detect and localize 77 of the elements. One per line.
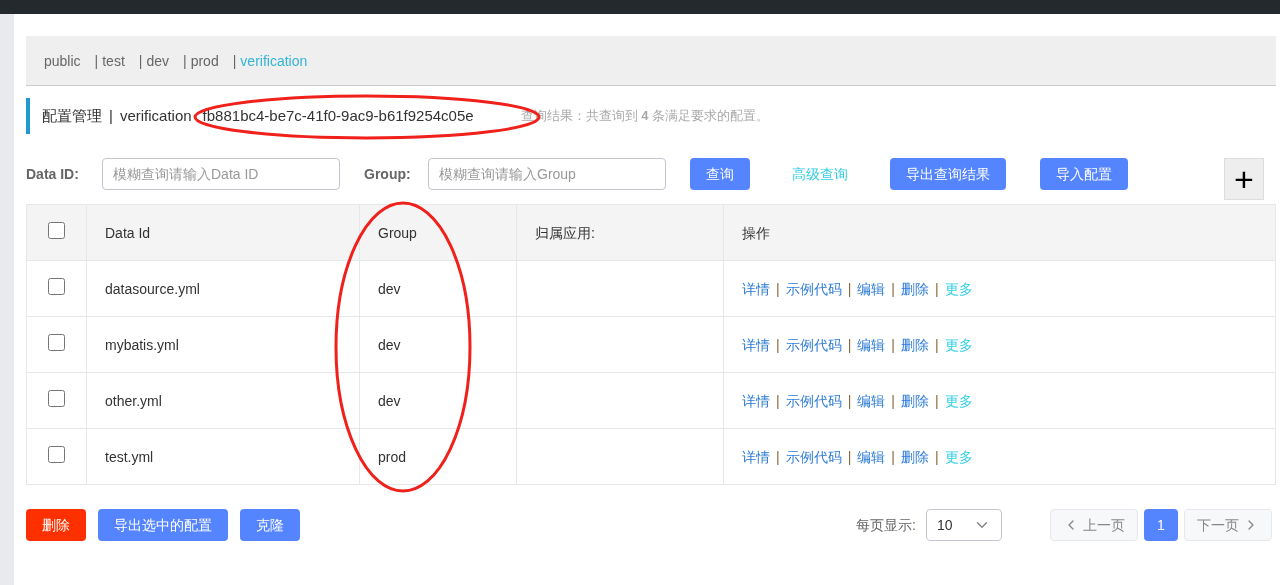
namespace-id: fb881bc4-be7c-41f0-9ac9-b61f9254c05e [202,105,474,126]
page-size-select[interactable]: 10 [926,509,1002,541]
action-link[interactable]: 详情 [742,280,770,297]
separator: | [776,280,780,297]
separator: | [891,280,895,297]
namespace-name: verification [119,105,192,126]
column-header: Data Id [105,224,151,241]
table-cell: dev [378,280,401,297]
action-link[interactable]: 编辑 [857,336,886,353]
action-link[interactable]: 详情 [742,448,770,465]
separator: | [934,392,939,409]
action-link[interactable]: 编辑 [857,280,886,297]
next-page-button[interactable]: 下一页 [1184,509,1272,541]
separator: | [183,51,187,71]
namespace-tab[interactable]: dev [146,50,170,71]
separator: | [776,392,780,409]
separator: | [891,448,895,465]
page-size-label: 每页显示: [856,516,916,535]
action-link[interactable]: 删除 [900,448,929,465]
separator: | [891,336,895,353]
table-cell: dev [378,392,401,409]
action-link[interactable]: 删除 [900,336,929,353]
table-cell: dev [378,336,401,353]
table-cell: datasource.yml [105,280,200,297]
separator: | [891,392,895,409]
action-button[interactable]: 导入配置 [1040,158,1128,190]
action-link[interactable]: 详情 [742,392,770,409]
namespace-tab[interactable]: prod [190,50,219,71]
select-all-checkbox[interactable] [48,221,65,239]
field-label: Group: [364,165,412,184]
action-link[interactable]: 示例代码 [785,448,842,465]
table-cell: prod [378,448,407,465]
separator: | [847,392,852,409]
column-header: 操作 [742,224,770,241]
separator: | [847,448,852,465]
namespace-tab[interactable]: test [102,50,125,71]
separator: | [109,105,113,126]
group-field[interactable]: 模糊查询请输入Group [428,158,666,190]
page-title: 配置管理 [42,105,102,126]
row-checkbox[interactable] [48,277,65,295]
table-cell: other.yml [105,392,162,409]
separator: | [934,280,939,297]
delete-button[interactable]: 删除 [26,509,86,541]
separator: | [847,336,852,353]
separator: | [776,448,780,465]
action-link[interactable]: 详情 [742,336,770,353]
column-header: Group [378,224,417,241]
page-button[interactable]: 1 [1144,509,1178,541]
separator: | [232,51,237,71]
separator: | [847,280,852,297]
separator: | [934,336,939,353]
action-button[interactable]: 查询 [690,158,750,190]
action-button[interactable]: 导出选中的配置 [98,509,228,541]
namespace-tab[interactable]: public [44,50,81,71]
data-id-field[interactable]: 模糊查询请输入Data ID [102,158,340,190]
action-link[interactable]: 示例代码 [785,392,842,409]
table-cell: test.yml [105,448,154,465]
separator: | [94,51,99,71]
action-link[interactable]: 删除 [900,392,929,409]
action-link[interactable]: 删除 [900,280,929,297]
row-checkbox[interactable] [48,445,65,463]
action-link[interactable]: 编辑 [857,448,886,465]
prev-page-button[interactable]: 上一页 [1050,509,1138,541]
add-button[interactable]: + [1224,158,1264,200]
action-link[interactable]: 编辑 [857,392,886,409]
table-cell: mybatis.yml [105,336,179,353]
action-link[interactable]: 示例代码 [785,280,842,297]
action-button[interactable]: 克隆 [240,509,300,541]
column-header: 归属应用: [535,224,595,241]
field-label: Data ID: [26,165,80,184]
separator: | [138,51,143,71]
separator: | [776,336,780,353]
action-button[interactable]: 导出查询结果 [890,158,1006,190]
row-checkbox[interactable] [48,389,65,407]
row-checkbox[interactable] [48,333,65,351]
action-link[interactable]: 示例代码 [785,336,842,353]
separator: | [934,448,939,465]
